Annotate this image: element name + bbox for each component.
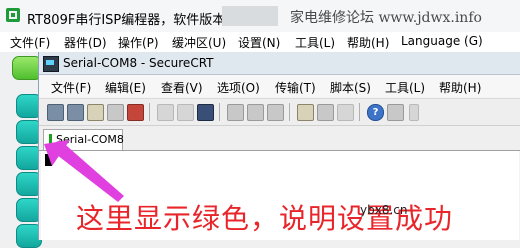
corner-watermark: ybx8.cn xyxy=(360,203,408,217)
